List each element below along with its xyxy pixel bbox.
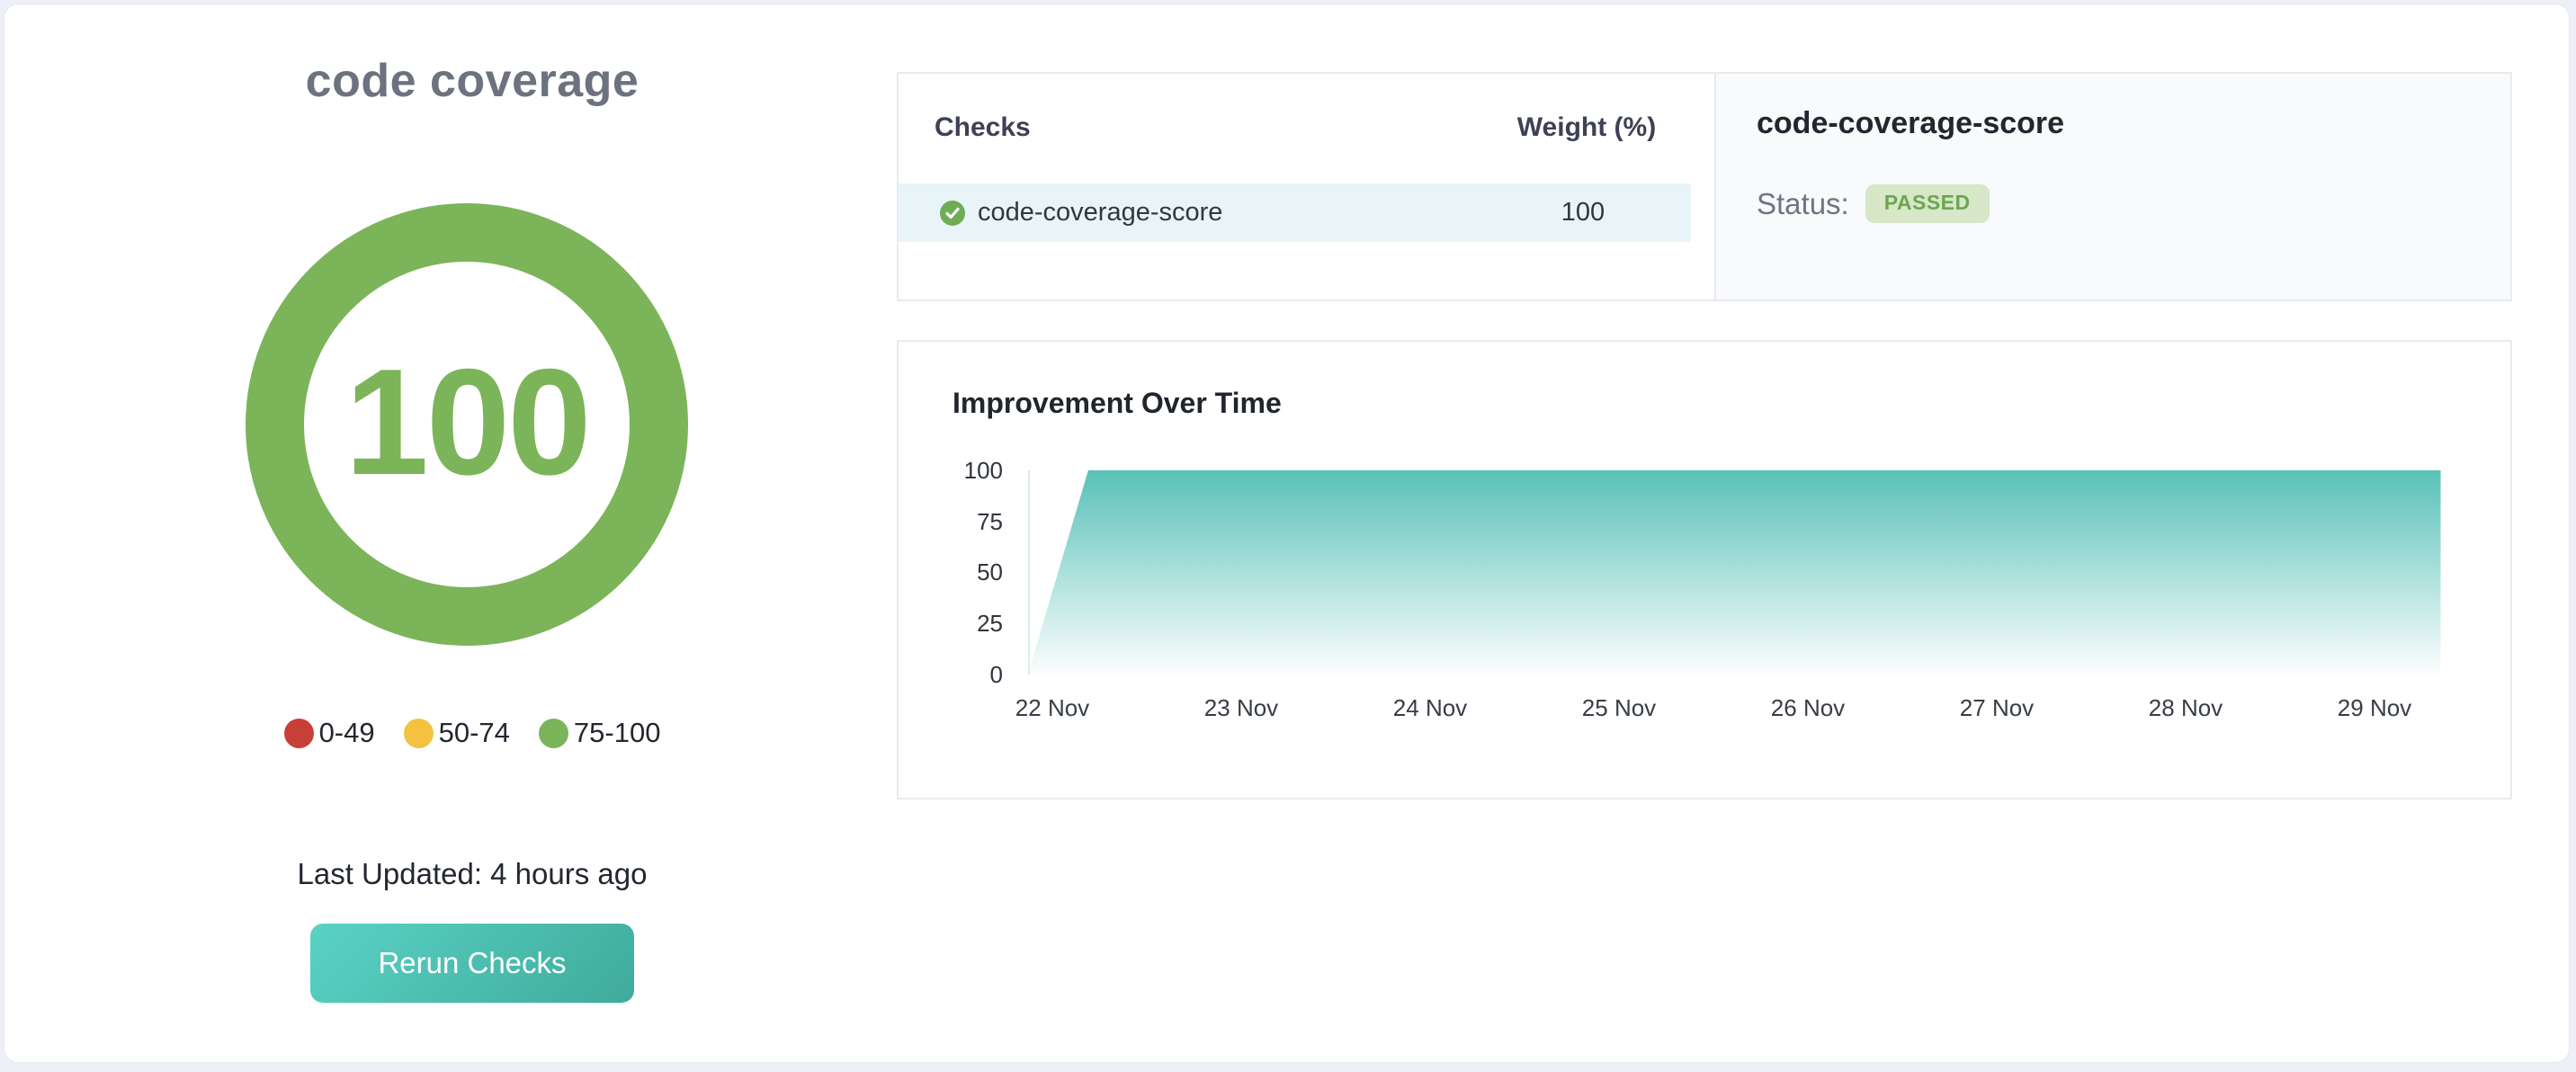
status-label: Status: [1757,187,1849,221]
score-value: 100 [246,203,688,646]
weight-column-header: Weight (%) [1479,112,1695,143]
green-dot-icon [539,719,568,748]
legend-item-low: 0-49 [284,717,375,749]
area-series [1028,470,2441,674]
score-legend: 0-49 50-74 75-100 [4,717,940,749]
y-tick-label: 0 [899,663,1003,686]
legend-item-mid: 50-74 [404,717,510,749]
page-title: code coverage [4,54,940,108]
status-panel-title: code-coverage-score [1757,106,2064,141]
status-row: Status: PASSED [1757,184,1990,223]
area-chart-icon [1028,470,2441,674]
y-tick-label: 75 [899,510,1003,533]
last-updated-text: Last Updated: 4 hours ago [4,857,940,891]
table-row[interactable]: code-coverage-score 100 [899,183,1691,242]
chart-plot-area [1028,470,2441,674]
x-tick-label: 26 Nov [1736,694,1880,722]
x-tick-label: 27 Nov [1925,694,2069,722]
legend-item-high: 75-100 [539,717,661,749]
chart-y-axis: 100 75 50 25 0 [899,342,1003,801]
yellow-dot-icon [404,719,434,748]
x-tick-label: 25 Nov [1547,694,1691,722]
x-tick-label: 24 Nov [1358,694,1502,722]
checks-table-header: Checks Weight (%) [899,108,1714,147]
y-tick-label: 25 [899,612,1003,635]
x-tick-label: 28 Nov [2114,694,2258,722]
check-name: code-coverage-score [978,198,1222,228]
legend-label: 75-100 [574,717,661,749]
x-tick-label: 29 Nov [2303,694,2446,722]
y-tick-label: 50 [899,560,1003,584]
status-panel: code-coverage-score Status: PASSED [1714,72,2512,301]
legend-label: 0-49 [319,717,375,749]
legend-label: 50-74 [439,717,510,749]
rerun-checks-button[interactable]: Rerun Checks [310,924,634,1003]
dashboard-card: code coverage 100 0-49 50-74 75-100 Last… [4,4,2570,1063]
score-gauge: 100 [246,203,688,646]
check-weight-cell: 100 [1475,198,1691,228]
checks-column-header: Checks [899,112,1479,143]
check-name-cell: code-coverage-score [899,198,1475,228]
status-badge: PASSED [1865,184,1990,223]
improvement-chart-card: Improvement Over Time 100 75 50 25 0 [897,340,2512,800]
checks-table-card: Checks Weight (%) code-coverage-score 10… [897,72,1716,301]
x-tick-label: 22 Nov [980,694,1124,722]
x-tick-label: 23 Nov [1169,694,1313,722]
check-circle-icon [940,201,965,226]
y-tick-label: 100 [899,459,1003,482]
red-dot-icon [284,719,314,748]
gauge-panel: code coverage 100 0-49 50-74 75-100 Last… [4,4,895,1064]
